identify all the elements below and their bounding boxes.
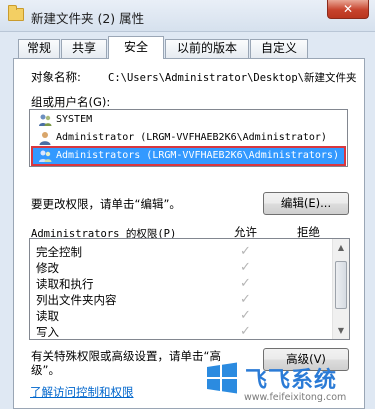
list-item[interactable]: Administrator (LRGM-VVFHAEB2K6\Administr… bbox=[32, 129, 345, 147]
users-icon bbox=[39, 114, 52, 126]
permission-name: 写入 bbox=[36, 325, 59, 339]
permission-row: 完全控制 ✓ bbox=[30, 244, 330, 260]
tab-general[interactable]: 常规 bbox=[18, 39, 60, 58]
permission-name: 读取和执行 bbox=[36, 277, 94, 291]
tab-security[interactable]: 安全 bbox=[108, 36, 164, 59]
group-label: 组或用户名(G): bbox=[31, 95, 111, 109]
permission-row: 读取和执行 ✓ bbox=[30, 276, 330, 292]
user-name: Administrators (LRGM-VVFHAEB2K6\Administ… bbox=[56, 150, 339, 161]
permission-name: 完全控制 bbox=[36, 245, 82, 259]
permission-name: 修改 bbox=[36, 261, 59, 275]
tab-customize[interactable]: 自定义 bbox=[250, 39, 308, 58]
tab-sharing[interactable]: 共享 bbox=[61, 39, 107, 58]
user-name: Administrator (LRGM-VVFHAEB2K6\Administr… bbox=[56, 132, 327, 143]
permission-row: 列出文件夹内容 ✓ bbox=[30, 292, 330, 308]
object-name-label: 对象名称: bbox=[31, 70, 81, 84]
windows-logo-icon bbox=[207, 362, 237, 394]
scroll-up-icon[interactable]: ▲ bbox=[333, 239, 349, 256]
permission-name: 读取 bbox=[36, 309, 59, 323]
permission-row: 读取 ✓ bbox=[30, 308, 330, 324]
list-item[interactable]: SYSTEM bbox=[32, 111, 345, 129]
scroll-down-icon[interactable]: ▼ bbox=[333, 322, 349, 339]
allow-check-icon: ✓ bbox=[240, 276, 251, 291]
window-title: 新建文件夹 (2) 属性 bbox=[31, 11, 145, 26]
scroll-thumb[interactable] bbox=[335, 261, 347, 309]
object-name-value: C:\Users\Administrator\Desktop\新建文件夹 bbox=[108, 72, 357, 84]
allow-check-icon: ✓ bbox=[240, 292, 251, 307]
tab-previous-versions[interactable]: 以前的版本 bbox=[165, 39, 249, 58]
user-name: SYSTEM bbox=[56, 114, 93, 125]
learn-access-control-link[interactable]: 了解访问控制和权限 bbox=[30, 384, 134, 400]
permission-row: 写入 ✓ bbox=[30, 324, 330, 339]
list-item-selected[interactable]: Administrators (LRGM-VVFHAEB2K6\Administ… bbox=[31, 146, 346, 166]
allow-check-icon: ✓ bbox=[240, 324, 251, 339]
permissions-list: 完全控制 ✓ 修改 ✓ 读取和执行 ✓ 列出文件夹内容 ✓ 读取 ✓ 写入 ✓ … bbox=[29, 238, 350, 340]
scrollbar[interactable]: ▲ ▼ bbox=[332, 239, 349, 339]
permission-name: 列出文件夹内容 bbox=[36, 293, 117, 307]
allow-check-icon: ✓ bbox=[240, 260, 251, 275]
allow-check-icon: ✓ bbox=[240, 308, 251, 323]
user-list[interactable]: SYSTEM Administrator (LRGM-VVFHAEB2K6\Ad… bbox=[29, 109, 348, 167]
watermark-url: www.feifeixitong.com bbox=[244, 392, 347, 403]
close-button[interactable]: ✕ bbox=[327, 0, 369, 19]
watermark-text: 飞飞系统 bbox=[245, 368, 338, 393]
allow-check-icon: ✓ bbox=[240, 244, 251, 259]
change-permission-text: 要更改权限，请单击“编辑”。 bbox=[31, 197, 181, 211]
permission-row: 修改 ✓ bbox=[30, 260, 330, 276]
special-permissions-text-cont: 级”。 bbox=[31, 363, 60, 377]
title-bar: 新建文件夹 (2) 属性 ✕ bbox=[0, 0, 375, 32]
folder-icon bbox=[8, 5, 24, 21]
user-icon bbox=[39, 132, 51, 145]
edit-button[interactable]: 编辑(E)... bbox=[263, 192, 349, 215]
users-icon bbox=[39, 150, 52, 162]
